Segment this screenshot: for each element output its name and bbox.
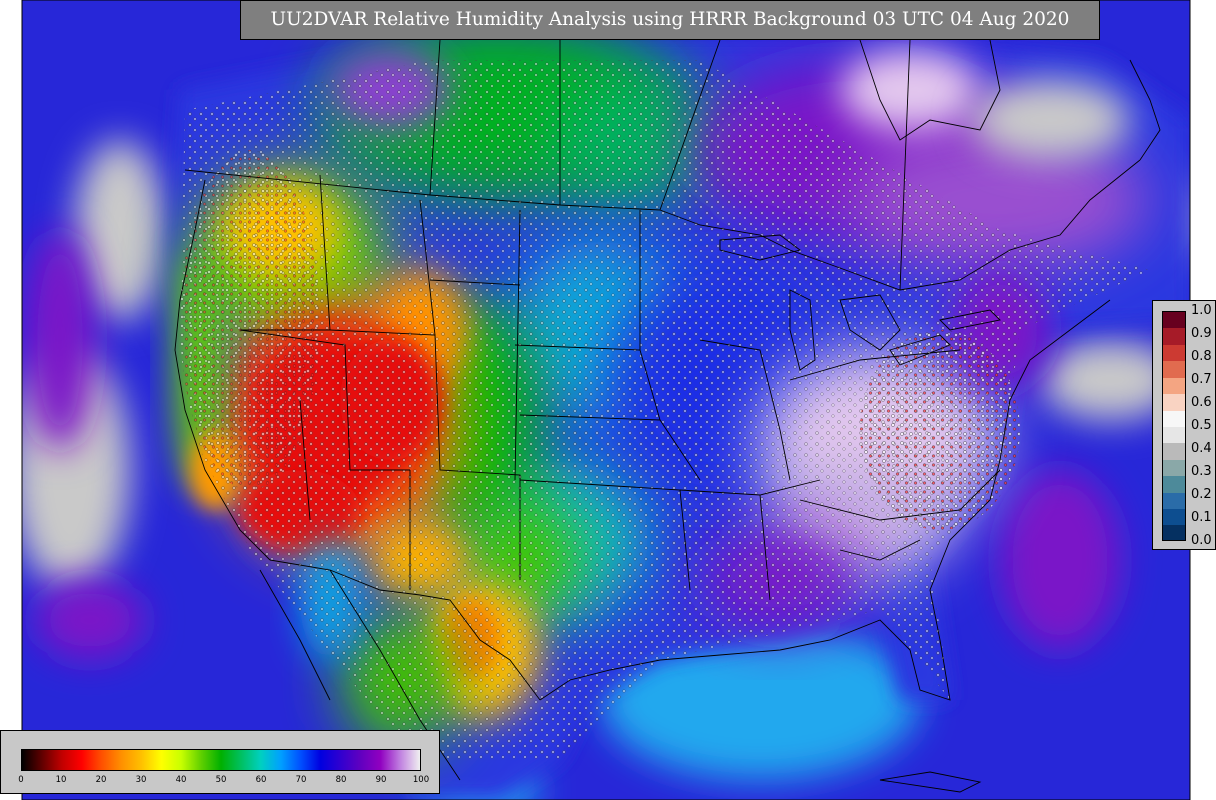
rh-colorbar-tick: 90 [375,775,387,785]
rh-colorbar-tick: 10 [55,775,67,785]
error-colorbar-tick: 0.2 [1191,487,1212,502]
error-colorbar: 1.0 0.9 0.8 0.7 0.6 0.5 0.4 0.3 0.2 0.1 0.0 [1152,300,1216,550]
error-colorbar-segment [1163,476,1185,493]
error-colorbar-tick: 0.6 [1191,395,1212,410]
rh-colorbar-tick: 100 [412,775,430,785]
rh-colorbar-tick: 20 [95,775,107,785]
error-colorbar-tick: 0.4 [1191,441,1212,456]
rh-colorbar-tick: 50 [215,775,227,785]
map-title: UU2DVAR Relative Humidity Analysis using… [240,0,1100,40]
error-colorbar-segment [1163,361,1185,378]
humidity-field [22,0,1190,800]
rh-colorbar: 0 10 20 30 40 50 60 70 80 90 100 [0,730,440,794]
error-colorbar-segment [1163,394,1185,411]
error-colorbar-segment [1163,377,1185,395]
error-colorbar-segment [1163,525,1185,540]
error-colorbar-segment [1163,509,1185,526]
error-colorbar-tick: 0.3 [1191,464,1212,479]
error-colorbar-tick: 0.0 [1191,533,1212,548]
error-colorbar-segment [1163,344,1185,362]
error-colorbar-tick: 1.0 [1191,303,1212,318]
error-colorbar-tick: 0.9 [1191,326,1212,341]
rh-colorbar-tick: 60 [255,775,267,785]
rh-colorbar-tick: 70 [295,775,307,785]
rh-colorbar-tick: 40 [175,775,187,785]
error-colorbar-segment [1163,443,1185,460]
error-colorbar-tick: 0.1 [1191,510,1212,525]
rh-colorbar-tick: 30 [135,775,147,785]
rh-analysis-map [21,0,1191,800]
error-colorbar-segment [1163,459,1185,477]
error-colorbar-segment [1163,312,1185,329]
error-colorbar-segment [1163,492,1185,510]
rh-colorbar-tick: 80 [335,775,347,785]
error-colorbar-segment [1163,410,1185,427]
error-colorbar-gradient [1162,311,1186,541]
error-colorbar-tick: 0.5 [1191,418,1212,433]
error-colorbar-segment [1163,426,1185,444]
rh-colorbar-tick: 0 [18,775,24,785]
error-colorbar-segment [1163,328,1185,345]
error-colorbar-tick: 0.7 [1191,372,1212,387]
error-colorbar-tick: 0.8 [1191,349,1212,364]
rh-colorbar-gradient [21,749,421,771]
